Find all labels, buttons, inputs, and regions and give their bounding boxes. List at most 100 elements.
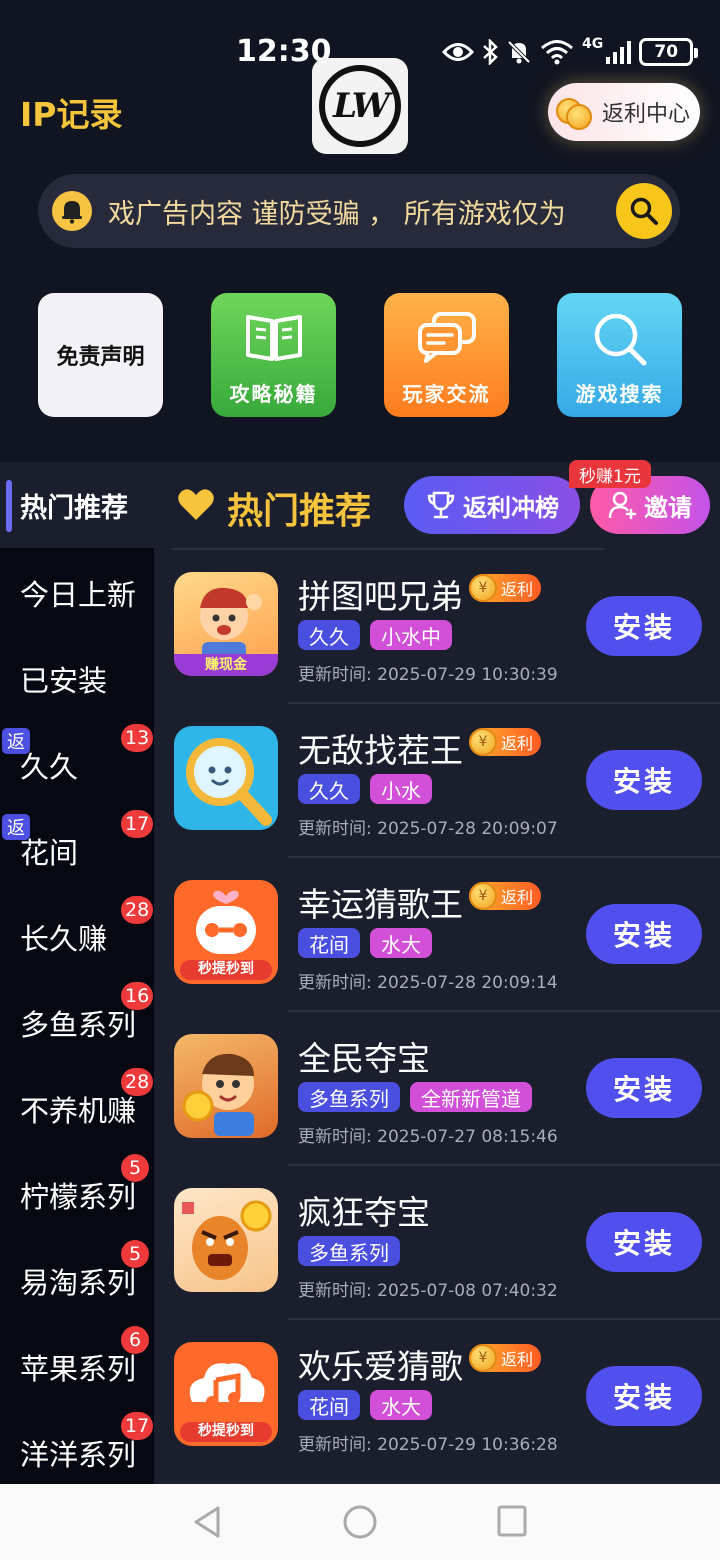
install-button[interactable]: 安装 xyxy=(586,904,702,964)
app-icon: 秒提秒到 xyxy=(174,880,278,984)
sidebar-item-new-today[interactable]: 今日上新 xyxy=(0,548,154,634)
tag-list: 多鱼系列 xyxy=(298,1236,400,1266)
count-badge: 17 xyxy=(121,810,154,838)
sidebar-item-label: 花间 xyxy=(20,836,79,870)
rebate-badge-label: 返利 xyxy=(501,734,534,753)
tag: 小水中 xyxy=(370,620,452,650)
list-item[interactable]: 秒提秒到 幸运猜歌王 ¥ 返利 花间 水大 更新时间: 2025-07-28 2… xyxy=(172,856,720,1010)
list-item[interactable]: 全民夺宝 多鱼系列 全新新管道 更新时间: 2025-07-27 08:15:4… xyxy=(172,1010,720,1164)
section-title: 热门推荐 xyxy=(227,491,372,532)
bell-icon xyxy=(52,191,92,231)
sidebar-item-label: 不养机赚 xyxy=(20,1094,137,1128)
tag: 久久 xyxy=(298,774,360,804)
update-time: 更新时间: 2025-07-08 07:40:32 xyxy=(298,1281,558,1301)
app-name: 全民夺宝 xyxy=(298,1039,430,1078)
rebate-badge: ¥ 返利 xyxy=(469,1344,542,1372)
install-button[interactable]: 安装 xyxy=(586,1212,702,1272)
sidebar-item-yitao[interactable]: 易淘系列 5 xyxy=(0,1236,154,1322)
tile-chat[interactable]: 玩家交流 xyxy=(384,293,509,417)
coin-icon: ¥ xyxy=(469,1344,497,1372)
sidebar-item-hot[interactable]: 热门推荐 xyxy=(0,462,154,548)
home-icon[interactable] xyxy=(342,1504,378,1540)
list-item[interactable]: 赚现金 拼图吧兄弟 ¥ 返利 久久 小水中 更新时间: 2025-07-29 1… xyxy=(172,548,720,702)
sidebar-item-installed[interactable]: 已安装 xyxy=(0,634,154,720)
count-badge: 13 xyxy=(121,724,154,752)
rebate-center-button[interactable]: 返利中心 xyxy=(548,83,700,141)
trophy-icon xyxy=(427,491,455,519)
divider xyxy=(288,702,720,704)
eye-icon xyxy=(442,43,474,61)
search-button[interactable] xyxy=(616,183,672,239)
app-name: 拼图吧兄弟 xyxy=(298,577,463,616)
invite-label: 邀请 xyxy=(644,493,692,522)
sidebar-item-label: 今日上新 xyxy=(20,578,137,612)
app-name: 欢乐爱猜歌 xyxy=(298,1347,463,1386)
tag: 久久 xyxy=(298,620,360,650)
app-icon: 赚现金 xyxy=(174,572,278,676)
recents-icon[interactable] xyxy=(496,1504,528,1538)
tag-list: 久久 小水 xyxy=(298,774,432,804)
install-button[interactable]: 安装 xyxy=(586,596,702,656)
chat-bubbles-icon xyxy=(417,312,476,363)
sidebar-item-huajian[interactable]: 返 花间 17 xyxy=(0,806,154,892)
install-button[interactable]: 安装 xyxy=(586,1366,702,1426)
rebate-center-label: 返利中心 xyxy=(602,102,691,127)
back-icon[interactable] xyxy=(190,1504,224,1540)
rebate-rank-button[interactable]: 返利冲榜 xyxy=(404,476,580,534)
sidebar-item-label: 柠檬系列 xyxy=(20,1180,137,1214)
app-icon-caption: 秒提秒到 xyxy=(198,961,254,977)
sidebar-item-changjiuzhuan[interactable]: 长久赚 28 xyxy=(0,892,154,978)
search-icon xyxy=(630,197,658,225)
rebate-badge-label: 返利 xyxy=(501,580,534,599)
sidebar-item-label: 久久 xyxy=(20,750,79,784)
tag: 花间 xyxy=(298,1390,360,1420)
app-icon-caption: 秒提秒到 xyxy=(198,1423,254,1439)
sidebar-item-jiujiu[interactable]: 返 久久 13 xyxy=(0,720,154,806)
tag: 全新新管道 xyxy=(410,1082,532,1112)
tag: 多鱼系列 xyxy=(298,1236,400,1266)
app-icon xyxy=(174,1188,278,1292)
notice-bar[interactable]: 戏广告内容 谨防受骗 ， 所有游戏仅为 xyxy=(38,174,680,248)
sidebar-item-buyangji[interactable]: 不养机赚 28 xyxy=(0,1064,154,1150)
coins-icon xyxy=(556,92,596,132)
signal-icon xyxy=(606,41,632,64)
list-item[interactable]: 无敌找茬王 ¥ 返利 久久 小水 更新时间: 2025-07-28 20:09:… xyxy=(172,702,720,856)
notice-text: 戏广告内容 谨防受骗 ， 所有游戏仅为 xyxy=(108,199,566,230)
add-user-icon xyxy=(608,491,637,520)
tile-guide[interactable]: 攻略秘籍 xyxy=(211,293,336,417)
sidebar-item-label: 已安装 xyxy=(20,664,108,698)
sidebar-item-ningmeng[interactable]: 柠檬系列 5 xyxy=(0,1150,154,1236)
list-item[interactable]: 秒提秒到 欢乐爱猜歌 ¥ 返利 花间 水大 更新时间: 2025-07-29 1… xyxy=(172,1318,720,1472)
app-name: 疯狂夺宝 xyxy=(298,1193,430,1232)
tag: 多鱼系列 xyxy=(298,1082,400,1112)
divider xyxy=(288,1010,720,1012)
rebate-badge: ¥ 返利 xyxy=(469,882,542,910)
divider xyxy=(172,548,604,550)
bluetooth-icon xyxy=(483,39,498,65)
rebate-rank-label: 返利冲榜 xyxy=(463,493,559,522)
app-name: 幸运猜歌王 xyxy=(298,885,463,924)
list-item[interactable]: 疯狂夺宝 多鱼系列 更新时间: 2025-07-08 07:40:32 安装 xyxy=(172,1164,720,1318)
sidebar-item-pingguo[interactable]: 苹果系列 6 xyxy=(0,1322,154,1408)
divider xyxy=(288,1318,720,1320)
tile-guide-label: 攻略秘籍 xyxy=(229,382,318,406)
tile-disclaimer[interactable]: 免责声明 xyxy=(38,293,163,417)
mute-bell-icon xyxy=(507,40,531,64)
tag: 水大 xyxy=(370,1390,432,1420)
heart-icon xyxy=(178,489,214,520)
category-sidebar: 今日上新 已安装 返 久久 13 返 花间 17 长久赚 28 多鱼系列 16 … xyxy=(0,548,154,1484)
count-badge: 6 xyxy=(121,1326,149,1354)
app-name: 无敌找茬王 xyxy=(298,731,463,770)
sidebar-item-yangyang[interactable]: 洋洋系列 17 xyxy=(0,1408,154,1494)
update-time: 更新时间: 2025-07-28 20:09:14 xyxy=(298,973,558,993)
install-button[interactable]: 安装 xyxy=(586,1058,702,1118)
rebate-badge-label: 返利 xyxy=(501,1350,534,1369)
sidebar-item-duoyu[interactable]: 多鱼系列 16 xyxy=(0,978,154,1064)
count-badge: 17 xyxy=(121,1412,154,1440)
install-button[interactable]: 安装 xyxy=(586,750,702,810)
tag-list: 花间 水大 xyxy=(298,928,432,958)
tag-list: 多鱼系列 全新新管道 xyxy=(298,1082,532,1112)
tile-game-search[interactable]: 游戏搜索 xyxy=(557,293,682,417)
divider xyxy=(288,1164,720,1166)
count-badge: 28 xyxy=(121,896,154,924)
